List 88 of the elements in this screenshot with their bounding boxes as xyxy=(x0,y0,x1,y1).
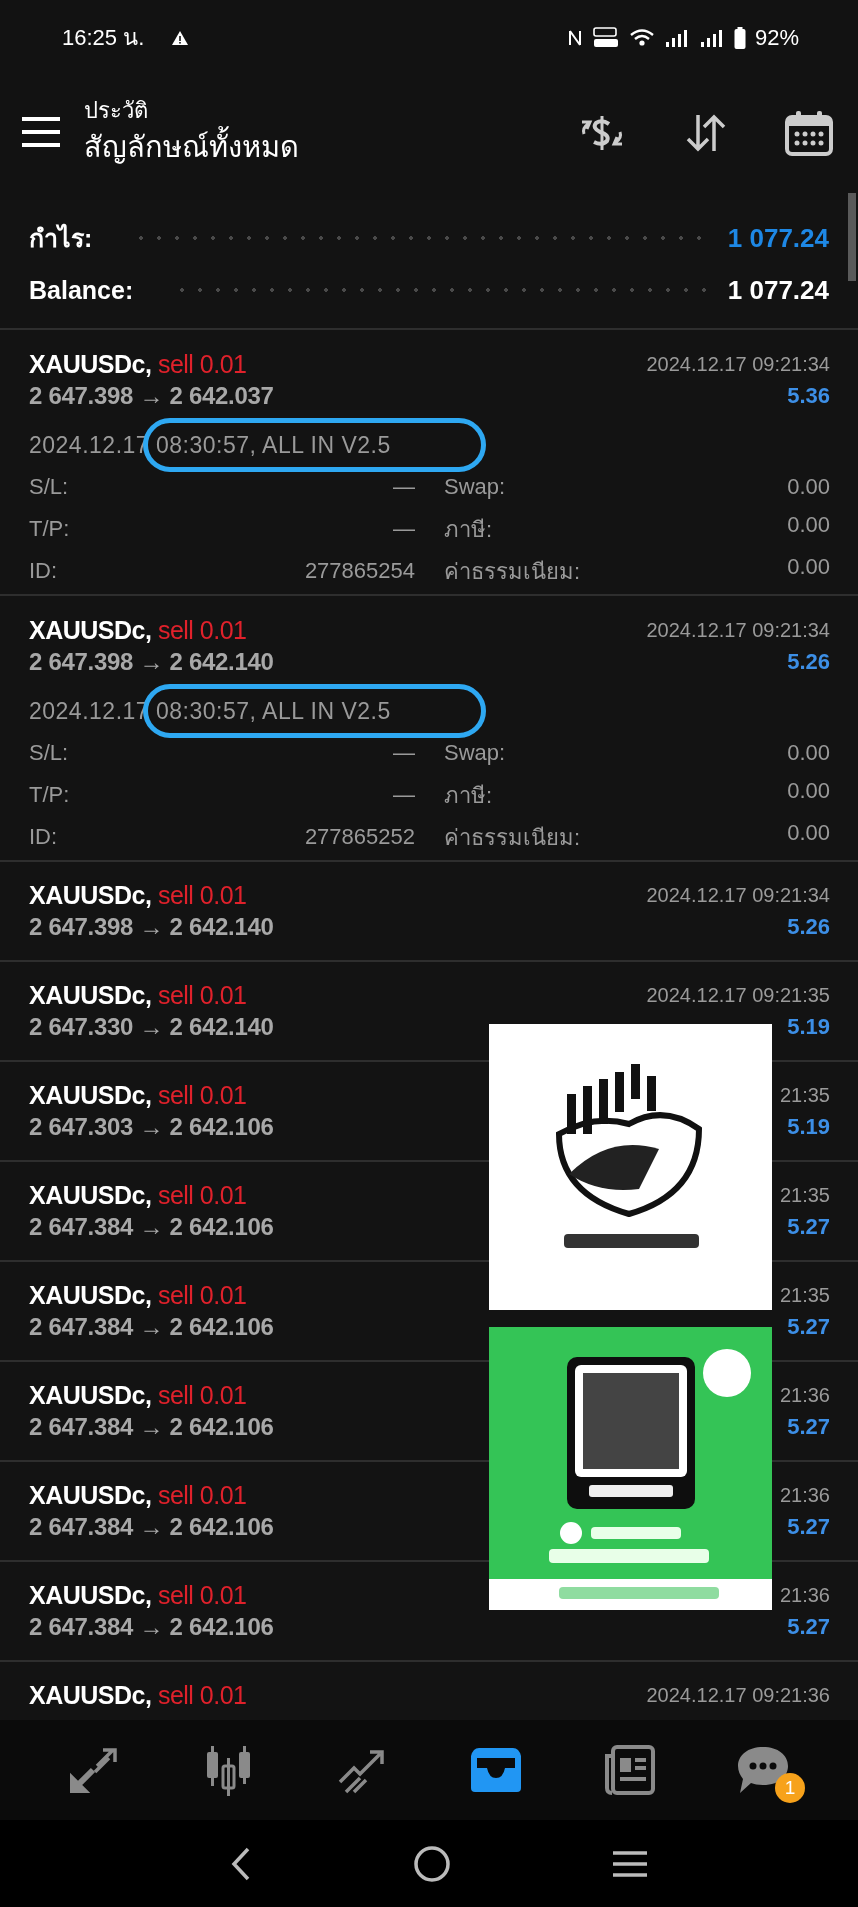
trade-symbol: XAUUSDc, sell 0.01 xyxy=(29,980,247,1010)
detail-value: 0.00 xyxy=(787,474,830,500)
trade-prices: 2 647.303 → 2 642.106 xyxy=(29,1113,274,1141)
trade-time: 21:36 xyxy=(779,1583,830,1607)
trade-time: 21:35 xyxy=(779,1083,830,1107)
scrollbar[interactable] xyxy=(848,193,856,281)
detail-value: — xyxy=(393,740,415,766)
trade-prices: 2 647.384 → 2 642.106 xyxy=(29,1313,274,1341)
summary-label: Balance: xyxy=(29,275,134,305)
battery-percent: 92% xyxy=(754,24,799,51)
volte-icon xyxy=(591,25,620,50)
detail-label: T/P: xyxy=(29,782,70,808)
detail-value: — xyxy=(393,516,415,542)
trade-profit: 5.27 xyxy=(787,1414,830,1440)
detail-value: 0.00 xyxy=(787,819,830,847)
trade-time: 2024.12.17 09:21:35 xyxy=(646,983,830,1007)
trade-symbol: XAUUSDc, sell 0.01 xyxy=(29,1080,247,1110)
trade-time: 21:35 xyxy=(779,1283,830,1307)
summary-value: 1 077.24 xyxy=(727,222,829,254)
wifi-icon xyxy=(628,26,655,49)
warning-icon xyxy=(171,29,190,46)
detail-value: 277865252 xyxy=(304,824,415,850)
detail-label: S/L: xyxy=(29,474,69,500)
trade-prices: 2 647.384 → 2 642.106 xyxy=(29,1213,274,1241)
detail-label: S/L: xyxy=(29,740,69,766)
notification-badge: 1 xyxy=(775,1773,806,1803)
detail-value: 0.00 xyxy=(787,553,830,581)
trade-symbol: XAUUSDc, sell 0.01 xyxy=(29,1480,247,1510)
detail-value: 0.00 xyxy=(787,740,830,766)
signal-icon xyxy=(663,27,690,48)
summary-value: 1 077.24 xyxy=(727,274,829,306)
trade-prices: 2 647.398 → 2 642.037 xyxy=(29,382,274,410)
detail-label: ภาษี: xyxy=(444,781,493,810)
recents-icon[interactable] xyxy=(610,1848,649,1879)
trade-prices: 2 647.398 → 2 642.140 xyxy=(29,648,274,676)
detail-value: 277865254 xyxy=(304,558,415,584)
signal-icon xyxy=(698,27,725,48)
calendar-icon[interactable] xyxy=(784,108,834,157)
trade-profit: 5.27 xyxy=(787,1514,830,1540)
page-title: สัญลักษณ์ทั้งหมด xyxy=(84,125,299,168)
trade-symbol: XAUUSDc, sell 0.01 xyxy=(29,1180,247,1210)
status-time: 16:25 น. xyxy=(62,24,145,52)
detail-label: ID: xyxy=(29,558,58,584)
trade-time: 2024.12.17 09:21:34 xyxy=(646,883,830,907)
trade-profit: 5.27 xyxy=(787,1614,830,1640)
trade-symbol: XAUUSDc, sell 0.01 xyxy=(29,1680,247,1710)
home-icon[interactable] xyxy=(412,1843,452,1884)
trade-prices: 2 647.398 → 2 642.140 xyxy=(29,913,274,941)
trade-symbol: XAUUSDc, sell 0.01 xyxy=(29,1580,247,1610)
trade-profit: 5.26 xyxy=(787,649,830,675)
menu-button[interactable] xyxy=(22,116,60,147)
trade-profit: 5.36 xyxy=(787,383,830,409)
detail-label: ค่าธรรมเนียม: xyxy=(444,557,581,586)
detail-value: — xyxy=(393,474,415,500)
detail-value: — xyxy=(393,782,415,808)
trade-profit: 5.19 xyxy=(787,1014,830,1040)
detail-value: 0.00 xyxy=(787,777,830,805)
trade-symbol: XAUUSDc, sell 0.01 xyxy=(29,1280,247,1310)
trade-symbol: XAUUSDc, sell 0.01 xyxy=(29,880,247,910)
battery-icon xyxy=(733,26,746,49)
trade-time: 2024.12.17 09:21:36 xyxy=(646,1683,830,1707)
trade-profit: 5.19 xyxy=(787,1114,830,1140)
trade-time: 21:36 xyxy=(779,1483,830,1507)
trade-prices: 2 647.384 → 2 642.106 xyxy=(29,1513,274,1541)
detail-value: 0.00 xyxy=(787,511,830,539)
subtitle: ประวัติ xyxy=(84,96,149,125)
trade-symbol: XAUUSDc, sell 0.01 xyxy=(29,1380,247,1410)
detail-label: ค่าธรรมเนียม: xyxy=(444,823,581,852)
trade-prices: 2 647.384 → 2 642.106 xyxy=(29,1413,274,1441)
detail-label: Swap: xyxy=(444,474,506,500)
summary-label: กำไร: xyxy=(29,222,93,254)
detail-label: ID: xyxy=(29,824,58,850)
detail-label: Swap: xyxy=(444,740,506,766)
trade-symbol: XAUUSDc, sell 0.01 xyxy=(29,349,247,379)
trade-profit: 5.27 xyxy=(787,1214,830,1240)
trade-profit: 5.27 xyxy=(787,1314,830,1340)
inbox-icon[interactable] xyxy=(468,1746,523,1794)
trade-profit: 5.26 xyxy=(787,914,830,940)
trade-prices: 2 647.384 → 2 642.106 xyxy=(29,1613,274,1641)
trade-time: 2024.12.17 09:21:34 xyxy=(646,352,830,376)
trade-symbol: XAUUSDc, sell 0.01 xyxy=(29,615,247,645)
detail-label: T/P: xyxy=(29,516,70,542)
newspaper-icon[interactable] xyxy=(603,1744,656,1796)
trade-time: 21:35 xyxy=(779,1183,830,1207)
trade-time: 2024.12.17 09:21:34 xyxy=(646,618,830,642)
trade-prices: 2 647.330 → 2 642.140 xyxy=(29,1013,274,1041)
trade-time: 21:36 xyxy=(779,1383,830,1407)
detail-label: ภาษี: xyxy=(444,515,493,544)
